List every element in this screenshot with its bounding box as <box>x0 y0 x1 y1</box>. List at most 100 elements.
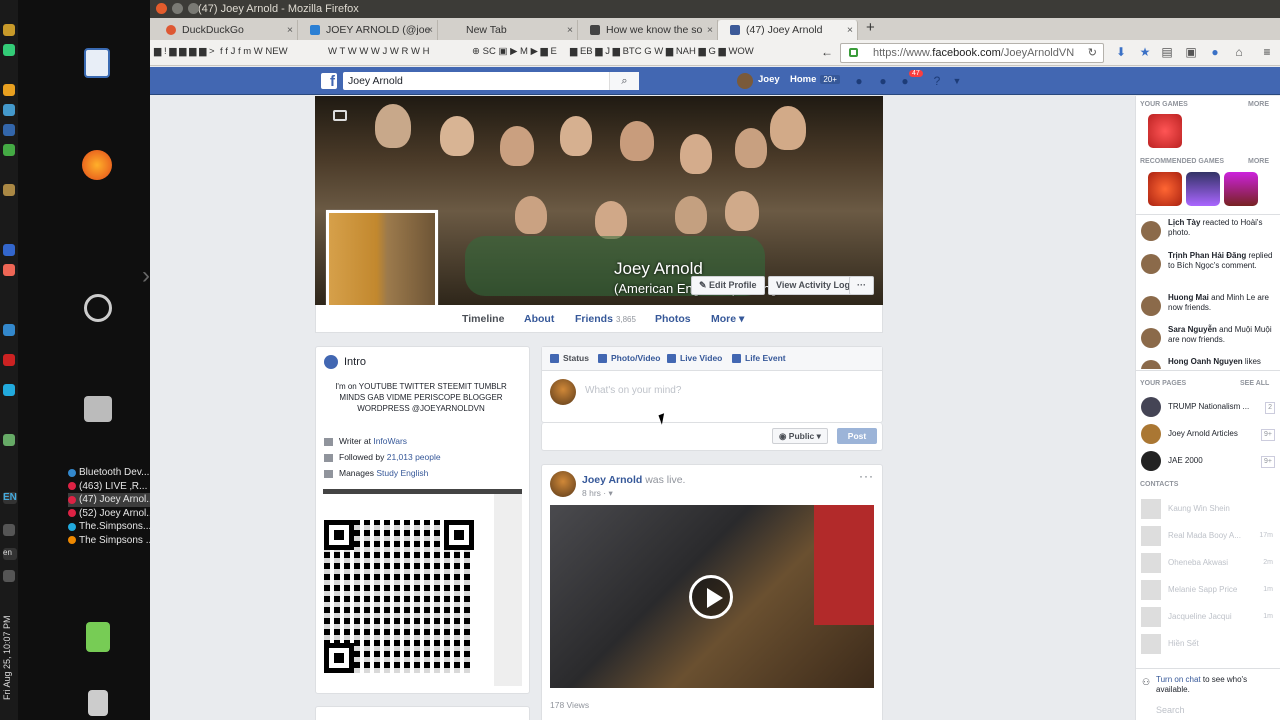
minimize-window-button[interactable] <box>172 3 183 14</box>
edit-profile-button[interactable]: ✎ Edit Profile <box>691 276 765 295</box>
composer-live-tab[interactable]: Live Video <box>667 353 722 364</box>
avatar[interactable] <box>737 73 753 89</box>
app-icon[interactable] <box>3 434 15 446</box>
star-icon[interactable]: ★ <box>1138 45 1152 59</box>
document-icon[interactable] <box>84 48 110 78</box>
ticker-item[interactable]: Trịnh Phan Hải Đăng replied to Bích Ngọc… <box>1136 251 1280 281</box>
study-english-link[interactable]: Study English <box>376 468 428 478</box>
bookmark-item[interactable]: ▆ EB ▆ J ▆ BTC G W ▆ NAH ▆ G ▆ WOW <box>570 46 754 59</box>
bitcoin-icon[interactable] <box>3 24 15 36</box>
app-icon[interactable] <box>3 104 15 116</box>
profile-link[interactable]: Joey <box>758 74 780 85</box>
view-activity-log-button[interactable]: View Activity Log <box>768 276 859 295</box>
composer-status-tab[interactable]: Status <box>550 353 589 364</box>
turn-on-chat-link[interactable]: Turn on chat <box>1156 675 1201 684</box>
contact-item[interactable]: Hiền Sết <box>1136 631 1280 657</box>
author-link[interactable]: Joey Arnold <box>582 474 642 486</box>
page-item[interactable]: Joey Arnold Articles 9+ <box>1136 421 1280 447</box>
home-link[interactable]: Home 20+ <box>790 74 840 85</box>
friends-icon[interactable]: ● <box>852 74 866 88</box>
bitcoin-icon[interactable] <box>3 84 15 96</box>
recommended-more-link[interactable]: MORE <box>1248 158 1269 165</box>
live-video[interactable] <box>550 505 874 688</box>
bookmark-item[interactable]: W T W W W J W R W H <box>328 46 430 59</box>
firefox-icon[interactable] <box>82 150 112 180</box>
tab-more[interactable]: More ▾ <box>711 313 744 325</box>
user-icon[interactable] <box>86 622 110 652</box>
menu-icon[interactable]: ≡ <box>1260 45 1274 59</box>
candy-crush-icon[interactable] <box>1148 114 1182 148</box>
url-bar[interactable]: https://www.facebook.com/JoeyArnoldVN ↻ <box>840 43 1104 63</box>
infowars-link[interactable]: InfoWars <box>373 436 407 446</box>
composer-life-event-tab[interactable]: Life Event <box>732 353 786 364</box>
close-tab-icon[interactable]: × <box>287 20 293 40</box>
close-window-button[interactable] <box>156 3 167 14</box>
trash-icon[interactable] <box>88 690 108 716</box>
close-tab-icon[interactable]: × <box>567 20 573 40</box>
lang-indicator[interactable]: EN <box>3 492 17 504</box>
reload-icon[interactable]: ↻ <box>1088 44 1097 62</box>
app-icon[interactable] <box>3 384 15 396</box>
chevron-down-icon[interactable]: ▼ <box>950 74 964 88</box>
contact-item[interactable]: Oheneba Akwasi 2m <box>1136 550 1280 576</box>
page-item[interactable]: TRUMP Nationalism ... 2 <box>1136 394 1280 420</box>
see-all-link[interactable]: SEE ALL <box>1240 380 1269 387</box>
bookmark-item[interactable]: f f J f m W NEW <box>220 46 288 59</box>
spreadsheet-icon[interactable] <box>3 144 15 156</box>
ticker-item[interactable]: Huong Mai and Minh Le are now friends. <box>1136 293 1280 323</box>
post-time[interactable]: 8 hrs · ▾ <box>582 488 613 499</box>
page-item[interactable]: JAE 2000 9+ <box>1136 448 1280 474</box>
contact-item[interactable]: Jacqueline Jacqui 1m <box>1136 604 1280 630</box>
close-tab-icon[interactable]: × <box>847 20 853 40</box>
tab-about[interactable]: About <box>524 313 554 325</box>
archive-icon[interactable] <box>84 396 112 422</box>
play-icon[interactable] <box>689 575 733 619</box>
composer-input[interactable]: What's on your mind? <box>585 385 681 396</box>
app-icon[interactable] <box>3 324 15 336</box>
post-button[interactable]: Post <box>837 428 877 444</box>
search-input[interactable]: Joey Arnold ⌕ <box>343 72 639 90</box>
tab-timeline[interactable]: Timeline <box>462 313 504 325</box>
camera-icon[interactable] <box>333 110 347 121</box>
more-options-button[interactable]: ··· <box>849 276 874 295</box>
game-icon[interactable] <box>1148 172 1182 206</box>
ticker-item[interactable]: Lịch Tày reacted to Hoài's photo. <box>1136 218 1280 248</box>
folder-icon[interactable] <box>3 184 15 196</box>
followers-link[interactable]: 21,013 people <box>387 452 441 462</box>
clipboard-icon[interactable]: ▣ <box>1184 45 1198 59</box>
app-icon[interactable] <box>3 44 15 56</box>
games-more-link[interactable]: MORE <box>1248 101 1269 108</box>
maximize-window-button[interactable] <box>188 3 199 14</box>
app-icon[interactable] <box>3 244 15 256</box>
download-icon[interactable]: ⬇ <box>1114 45 1128 59</box>
ticker-item[interactable]: Sara Nguyễn and Muội Muội are now friend… <box>1136 325 1280 355</box>
bookmark-item[interactable]: ⊕ SC ▣ ▶ M ▶ ▆ E <box>472 46 557 59</box>
clock[interactable]: Fri Aug 25, 10:07 PM <box>2 580 16 700</box>
slots-game-icon[interactable] <box>1186 172 1220 206</box>
library-icon[interactable]: ▤ <box>1160 45 1174 59</box>
close-tab-icon[interactable]: × <box>707 20 713 40</box>
composer-photo-tab[interactable]: Photo/Video <box>598 353 660 364</box>
ubuntu-icon[interactable] <box>84 294 112 322</box>
facebook-logo-icon[interactable]: f <box>321 73 337 90</box>
game-icon[interactable] <box>1224 172 1258 206</box>
bookmark-item[interactable]: ▆ ! ▆ ▆ ▆ ▆ > <box>154 46 215 59</box>
browser-tab[interactable]: New Tab × <box>438 20 578 40</box>
contact-item[interactable]: Kaung Win Shein <box>1136 496 1280 522</box>
search-icon[interactable]: ⌕ <box>609 72 639 90</box>
back-arrow-icon[interactable]: ← <box>820 45 834 59</box>
tab-friends[interactable]: Friends 3,865 <box>575 313 636 325</box>
wifi-icon[interactable] <box>3 524 15 536</box>
extension-icon[interactable]: ● <box>1208 45 1222 59</box>
chevron-right-icon[interactable]: › <box>142 262 150 290</box>
app-icon[interactable] <box>3 264 15 276</box>
avatar[interactable] <box>550 471 576 497</box>
contact-item[interactable]: Real Mada Booy A... 17m <box>1136 523 1280 549</box>
messenger-icon[interactable]: ● <box>876 74 890 88</box>
filezilla-icon[interactable] <box>3 354 15 366</box>
chat-search-input[interactable]: Search <box>1156 705 1185 715</box>
home-icon[interactable]: ⌂ <box>1232 45 1246 59</box>
browser-tab[interactable]: DuckDuckGo × <box>154 20 298 40</box>
post-options-icon[interactable]: ··· <box>859 469 874 483</box>
ticker-item[interactable]: Hong Oanh Nguyen likes <box>1136 357 1280 369</box>
